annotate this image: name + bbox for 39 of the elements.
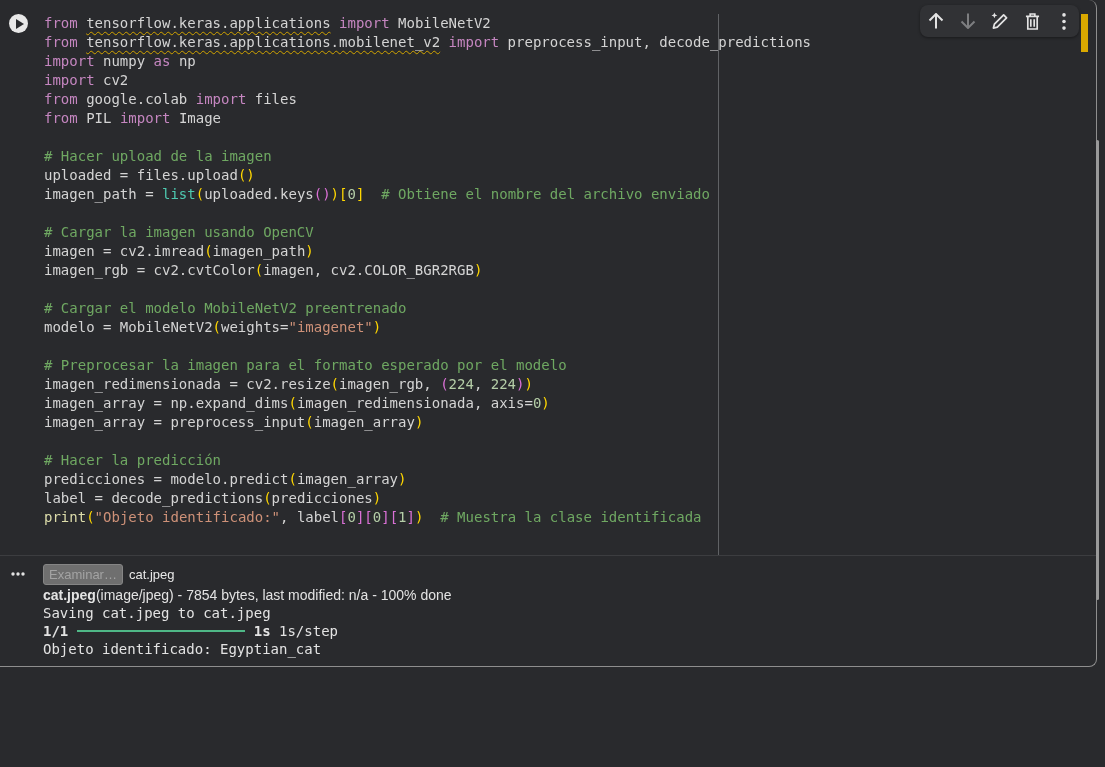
code-line: from PIL import Image	[44, 109, 222, 128]
scrollbar[interactable]	[1096, 140, 1099, 600]
code-line: predicciones = modelo.predict(imagen_array)	[44, 470, 407, 489]
code-line: # Hacer la predicción	[44, 451, 221, 470]
file-name: cat.jpeg	[129, 567, 175, 582]
pencil-sparkle-icon	[991, 12, 1009, 30]
run-button[interactable]	[9, 14, 28, 33]
code-line: from tensorflow.keras.applications import MobileNetV2	[44, 14, 491, 33]
code-line: # Cargar el modelo MobileNetV2 preentrenado	[44, 299, 407, 318]
code-line: # Preprocesar la imagen para el formato esperado por el modelo	[44, 356, 567, 375]
code-line: # Cargar la imagen usando OpenCV	[44, 223, 314, 242]
code-line: # Hacer upload de la imagen	[44, 147, 272, 166]
play-icon	[15, 18, 24, 29]
more-icon[interactable]	[11, 572, 25, 576]
output-line: Objeto identificado: Egyptian_cat	[43, 640, 322, 658]
code-line: modelo = MobileNetV2(weights="imagenet")	[44, 318, 382, 337]
step-time: 1s/step	[279, 622, 338, 640]
code-line: imagen_array = preprocess_input(imagen_array)	[44, 413, 424, 432]
code-line: imagen = cv2.imread(imagen_path)	[44, 242, 314, 261]
code-line: imagen_array = np.expand_dims(imagen_redimensionada, axis=0)	[44, 394, 550, 413]
upload-status: cat.jpeg(image/jpeg) - 7854 bytes, last modified: n/a - 100% done	[43, 586, 452, 604]
cell-marker	[1081, 14, 1088, 52]
code-line: from google.colab import files	[44, 90, 297, 109]
code-line: print("Objeto identificado:", label[0][0][1]) # Muestra la clase identificada	[44, 508, 702, 527]
code-line: imagen_path = list(uploaded.keys())[0] # Obtiene el nombre del archivo enviado	[44, 185, 710, 204]
code-line: imagen_redimensionada = cv2.resize(imagen_rgb, (224, 224))	[44, 375, 533, 394]
trash-icon	[1024, 12, 1040, 30]
progress-count: 1/1	[43, 622, 69, 640]
arrow-up-icon	[928, 13, 944, 29]
code-line: uploaded = files.upload()	[44, 166, 255, 185]
code-line: from tensorflow.keras.applications.mobilenet_v2 import preprocess_input, decode_predictions	[44, 33, 812, 52]
more-vertical-icon	[1062, 12, 1066, 30]
elapsed-time: 1s	[253, 622, 271, 640]
code-line: label = decode_predictions(predicciones)	[44, 489, 382, 508]
arrow-down-icon	[960, 13, 976, 29]
code-line: import numpy as np	[44, 52, 196, 71]
code-line: import cv2	[44, 71, 129, 90]
output-line: Saving cat.jpeg to cat.jpeg	[43, 604, 271, 622]
code-line: imagen_rgb = cv2.cvtColor(imagen, cv2.COLOR_BGR2RGB)	[44, 261, 483, 280]
